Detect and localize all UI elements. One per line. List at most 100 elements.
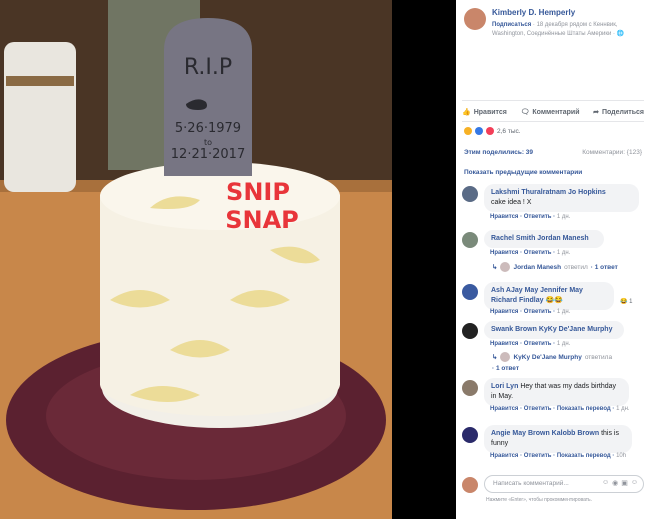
tombstone-birth-date: 5·26·1979: [175, 121, 241, 136]
comment-bubble: Ash AJay May Jennifer May Richard Findla…: [484, 282, 614, 310]
comment-button[interactable]: 🗨 Комментарий: [520, 104, 579, 120]
like-button[interactable]: 👍 Нравится: [462, 104, 507, 120]
post-header: Kimberly D. Hemperly Подписаться · 18 де…: [456, 0, 650, 70]
comment-reaction-count: 1: [629, 299, 633, 305]
comment-reaction-badge[interactable]: 😂 1: [620, 298, 632, 305]
divider: [462, 100, 644, 101]
comment-time: 1 дн.: [556, 250, 571, 256]
share-button[interactable]: ➦ Поделиться: [593, 104, 644, 120]
cake-icing-snap: SNAP: [225, 206, 299, 234]
tombstone-to-text: to: [204, 138, 212, 147]
comment-reply-link[interactable]: Ответить: [524, 453, 552, 459]
like-reaction-icon: [475, 127, 483, 135]
comment-like-link[interactable]: Нравится: [490, 341, 518, 347]
comment-time: 1 дн.: [556, 309, 571, 315]
reply-count: · 1 ответ: [492, 365, 520, 372]
commenter-avatar[interactable]: [462, 323, 478, 339]
comment-bubble: Angie May Brown Kalobb Brown this is fun…: [484, 425, 632, 453]
comment-reply-link[interactable]: Ответить: [524, 341, 552, 347]
enter-hint: Нажмите «Enter», чтобы прокомментировать…: [486, 497, 593, 503]
reply-count: · 1 ответ: [590, 263, 618, 271]
comment-time: 1 дн.: [556, 214, 571, 220]
comment-reply-link[interactable]: Ответить: [524, 214, 552, 220]
author-name[interactable]: Kimberly D. Hemperly: [492, 8, 575, 17]
comment-text: cake idea ! X: [491, 199, 532, 206]
comment-label: Комментарий: [532, 108, 580, 116]
comment-like-link[interactable]: Нравится: [490, 214, 518, 220]
share-arrow-icon: ➦: [593, 109, 599, 116]
comment-author[interactable]: Lori Lyn: [491, 383, 518, 390]
show-previous-comments-link[interactable]: Показать предыдущие комментарии: [464, 169, 582, 176]
comment-time: 10h: [616, 453, 627, 459]
post-meta: Подписаться · 18 декабря рядом с Кеннвик…: [492, 21, 642, 39]
love-reaction-icon: [486, 127, 494, 135]
reaction-count: 2,6 тыс.: [497, 127, 521, 135]
comment-like-link[interactable]: Нравится: [490, 406, 518, 412]
divider: [462, 121, 644, 122]
comment-like-link[interactable]: Нравится: [490, 453, 518, 459]
reply-arrow-icon: ↳: [492, 264, 498, 271]
comment-input-tools: ☺ ◉ ▣ ☺: [602, 479, 638, 487]
replier-avatar: [500, 262, 511, 272]
comment-bubble: Lakshmi Thuralratnam Jo Hopkins cake ide…: [484, 184, 639, 212]
view-replies-link[interactable]: ↳ KyKy De'Jane Murphy ответила · 1 ответ: [492, 352, 642, 372]
comment-links: Нравится · Ответить · Показать перевод ·…: [490, 453, 627, 459]
comment-reply-link[interactable]: Ответить: [524, 309, 552, 315]
share-label: Поделиться: [601, 108, 644, 116]
comment-author[interactable]: Angie May Brown Kalobb Brown: [491, 430, 599, 437]
reactions-summary[interactable]: 2,6 тыс.: [464, 127, 521, 135]
camera-icon[interactable]: ◉: [612, 479, 618, 487]
tombstone-death-date: 12·21·2017: [171, 147, 245, 162]
tombstone-rip-text: R.I.P: [184, 55, 232, 80]
sticker-icon[interactable]: ☺: [631, 479, 638, 487]
commenter-avatar[interactable]: [462, 232, 478, 248]
reply-action: ответил: [564, 263, 588, 271]
commenter-avatar[interactable]: [462, 186, 478, 202]
post-photo[interactable]: R.I.P 5·26·1979 to 12·21·2017 SNIP SNAP: [0, 0, 392, 519]
commenter-avatar[interactable]: [462, 427, 478, 443]
haha-reaction-icon: [464, 127, 472, 135]
comment-links: Нравится · Ответить · Показать перевод ·…: [490, 406, 630, 412]
comment-like-link[interactable]: Нравится: [490, 250, 518, 256]
reply-action: ответила: [584, 353, 613, 361]
subscribe-link[interactable]: Подписаться: [492, 22, 531, 28]
post-stats: Этим поделились: 39 Комментарии: {123}: [464, 149, 642, 156]
comment-time: 1 дн.: [616, 406, 630, 412]
facebook-photo-viewer: R.I.P 5·26·1979 to 12·21·2017 SNIP SNAP …: [0, 0, 650, 519]
comment-author[interactable]: Ash AJay May Jennifer May Richard Findla…: [491, 287, 583, 304]
comment-author[interactable]: Lakshmi Thuralratnam Jo Hopkins: [491, 189, 606, 196]
comment-translate-link[interactable]: Показать перевод: [557, 453, 611, 459]
commenter-avatar[interactable]: [462, 284, 478, 300]
comment-author[interactable]: Rachel Smith Jordan Manesh: [491, 235, 589, 242]
author-avatar[interactable]: [464, 8, 486, 30]
post-action-bar: 👍 Нравится 🗨 Комментарий ➦ Поделиться: [456, 104, 650, 120]
current-user-avatar: [462, 477, 478, 493]
comment-links: Нравится · Ответить · 1 дн.: [490, 341, 571, 347]
comment-links: Нравится · Ответить · 1 дн.: [490, 309, 571, 315]
view-replies-link[interactable]: ↳ Jordan Manesh ответил · 1 ответ: [492, 262, 618, 272]
replier-name: Jordan Manesh: [513, 263, 562, 271]
comment-author[interactable]: Swank Brown KyKy De'Jane Murphy: [491, 326, 612, 333]
comment-time: 1 дн.: [556, 341, 571, 347]
cake-icing-snip: SNIP: [226, 178, 290, 206]
reply-arrow-icon: ↳: [492, 354, 498, 361]
commenter-avatar[interactable]: [462, 380, 478, 396]
comment-translate-link[interactable]: Показать перевод: [557, 406, 611, 412]
comment-bubble: Rachel Smith Jordan Manesh: [484, 230, 604, 248]
speech-bubble-icon: 🗨: [520, 109, 530, 116]
shares-count[interactable]: Этим поделились: 39: [464, 149, 533, 156]
gif-icon[interactable]: ▣: [621, 479, 628, 487]
comment-reply-link[interactable]: Ответить: [524, 250, 552, 256]
comments-count: Комментарии: {123}: [582, 149, 642, 156]
comment-bubble: Lori Lyn Hey that was my dads birthday i…: [484, 378, 629, 406]
thumbs-up-icon: 👍: [462, 109, 471, 116]
comment-like-link[interactable]: Нравится: [490, 309, 518, 315]
write-comment-row: Написать комментарий... ☺ ◉ ▣ ☺: [462, 475, 644, 495]
globe-icon: 🌐: [616, 31, 625, 37]
replier-avatar: [500, 352, 511, 362]
comment-links: Нравится · Ответить · 1 дн.: [490, 214, 571, 220]
comment-bubble: Swank Brown KyKy De'Jane Murphy: [484, 321, 624, 339]
comment-links: Нравится · Ответить · 1 дн.: [490, 250, 571, 256]
comment-reply-link[interactable]: Ответить: [524, 406, 552, 412]
emoji-icon[interactable]: ☺: [602, 479, 609, 487]
